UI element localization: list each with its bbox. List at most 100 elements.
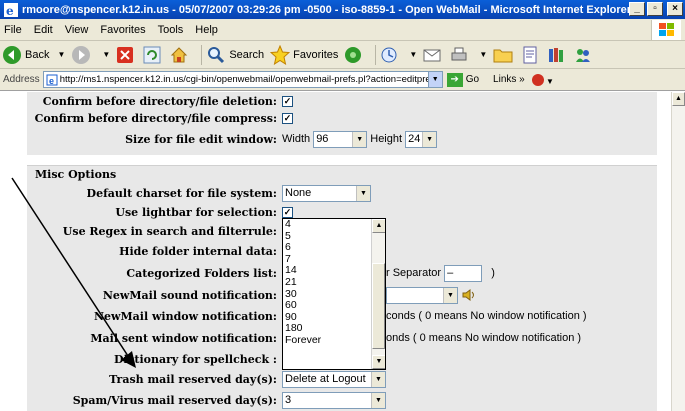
regex-label: Use Regex in search and filterrule: (62, 224, 277, 238)
dropdown-list[interactable]: 4 5 6 7 14 21 30 60 90 180 Forever ▲ ▼ (282, 218, 386, 370)
search-label: Search (229, 48, 265, 61)
star-icon (270, 44, 291, 65)
newmail-window-text: conds ( 0 means No window notification ) (386, 310, 587, 322)
window-title: rmoore@nspencer.k12.in.us - 05/07/2007 0… (22, 3, 632, 16)
forward-button[interactable] (71, 45, 94, 65)
page-icon: e (46, 74, 58, 86)
history-icon (381, 47, 397, 62)
lightbar-label: Use lightbar for selection: (115, 205, 277, 219)
pref-row-confirm-compress: Confirm before directory/file compress: (27, 107, 657, 129)
search-button[interactable]: Search (206, 45, 264, 65)
search-icon (208, 46, 225, 63)
menu-help[interactable]: Help (195, 24, 218, 36)
chevron-down-icon[interactable]: ▼ (372, 355, 385, 369)
height-select[interactable]: 24 ▼ (405, 130, 438, 148)
history-button[interactable] (380, 46, 401, 64)
trash-value: Delete at Logout (285, 373, 366, 385)
folder-button[interactable] (493, 46, 516, 64)
go-label: Go (465, 74, 480, 85)
links-label: Links (493, 74, 517, 85)
misc-options-header: Misc Options (27, 165, 657, 183)
dropdown-option[interactable]: 6 (283, 242, 371, 254)
height-label: Height (370, 133, 403, 145)
maximize-button[interactable]: ▫ (647, 2, 663, 16)
scroll-thumb[interactable] (372, 263, 385, 349)
spam-label: Spam/Virus mail reserved day(s): (72, 393, 277, 407)
forward-arrow-icon (72, 45, 91, 64)
toolbar-separator (201, 44, 203, 65)
home-button[interactable] (170, 46, 191, 64)
menu-view[interactable]: View (65, 24, 89, 36)
print-icon (451, 47, 467, 60)
width-select[interactable]: 96 ▼ (313, 130, 368, 148)
dropdown-option[interactable]: 5 (283, 230, 371, 243)
menu-file[interactable]: File (4, 24, 22, 36)
sent-window-label: Mail sent window notification: (90, 331, 277, 345)
address-bar: Address e http://ms1.nspencer.k12.in.us/… (0, 69, 685, 91)
dropdown-option[interactable]: Forever (283, 334, 371, 347)
chevron-down-icon: ▼ (371, 392, 385, 408)
window-title-bar[interactable]: e rmoore@nspencer.k12.in.us - 05/07/2007… (0, 0, 685, 19)
lightbar-checkbox[interactable] (282, 206, 293, 218)
media-button[interactable] (344, 46, 365, 64)
mail-button[interactable] (423, 46, 444, 64)
edit-button[interactable] (522, 46, 541, 64)
charset-select[interactable]: None ▼ (282, 184, 371, 202)
dropdown-option[interactable]: 60 (283, 300, 371, 312)
trash-label: Trash mail reserved day(s): (109, 372, 277, 386)
messenger-button[interactable] (574, 46, 595, 64)
separator-input[interactable]: – (444, 264, 483, 282)
go-button[interactable]: ➔ Go (446, 72, 480, 87)
stop-icon (117, 46, 134, 63)
pref-row-trash: Trash mail reserved day(s): Delete at Lo… (27, 368, 657, 390)
forward-dropdown-icon[interactable]: ▼ (102, 50, 110, 59)
print-dropdown-icon[interactable]: ▼ (479, 50, 487, 59)
scroll-up-icon[interactable]: ▲ (672, 92, 685, 106)
confirm-compress-checkbox[interactable] (282, 112, 293, 124)
address-dropdown-icon[interactable]: ▼ (427, 72, 442, 87)
categorized-label: Categorized Folders list: (126, 266, 277, 280)
close-paren: ) (491, 267, 495, 279)
refresh-icon (143, 46, 161, 63)
back-button[interactable]: Back (2, 45, 49, 65)
charset-value: None (285, 187, 312, 199)
address-input[interactable]: e http://ms1.nspencer.k12.in.us/cgi-bin/… (42, 71, 443, 88)
dropdown-scrollbar[interactable]: ▲ ▼ (371, 219, 385, 369)
history-dropdown-icon[interactable]: ▼ (409, 50, 417, 59)
stop-button[interactable] (116, 46, 137, 64)
trash-select[interactable]: Delete at Logout ▼ (282, 370, 386, 388)
minimize-button[interactable]: _ (629, 2, 645, 16)
dropdown-option[interactable]: 21 (283, 276, 371, 289)
spam-select[interactable]: 3 ▼ (282, 391, 386, 409)
dropdown-option[interactable]: 4 (283, 219, 371, 231)
go-arrow-icon: ➔ (446, 72, 463, 87)
confirm-delete-checkbox[interactable] (282, 95, 293, 107)
height-value: 24 (408, 133, 421, 145)
chevron-down-icon: ▼ (371, 371, 385, 387)
toolbar-extra-icon[interactable]: ▼ (531, 72, 553, 88)
favorites-button[interactable]: Favorites (270, 44, 338, 65)
page-scrollbar[interactable]: ▲ (671, 92, 685, 411)
newmail-sound-select[interactable]: ▼ (386, 286, 458, 304)
close-button[interactable]: × (667, 2, 683, 16)
chevron-down-icon: ▼ (443, 287, 457, 303)
menu-edit[interactable]: Edit (34, 24, 53, 36)
research-button[interactable] (547, 46, 568, 64)
chevron-down-icon: ▼ (352, 131, 367, 147)
links-button[interactable]: Links » (493, 74, 525, 85)
speaker-icon[interactable] (462, 289, 476, 301)
back-dropdown-icon[interactable]: ▼ (57, 50, 65, 59)
confirm-delete-label: Confirm before directory/file deletion: (42, 94, 277, 108)
pref-row-edit-window: Size for file edit window: Width 96 ▼ He… (27, 128, 657, 150)
document-icon (523, 46, 537, 63)
chevron-up-icon[interactable]: ▲ (372, 219, 385, 233)
svg-text:e: e (6, 4, 14, 17)
toolbar: Back ▼ ▼ Search Favorites ▼ ▼ (0, 41, 685, 69)
spam-value: 3 (285, 394, 292, 406)
refresh-button[interactable] (143, 46, 164, 64)
menu-bar: File Edit View Favorites Tools Help (0, 19, 685, 41)
print-button[interactable] (450, 46, 471, 64)
menu-tools[interactable]: Tools (158, 24, 184, 36)
separator-label: r Separator (386, 267, 442, 279)
menu-favorites[interactable]: Favorites (100, 24, 145, 36)
